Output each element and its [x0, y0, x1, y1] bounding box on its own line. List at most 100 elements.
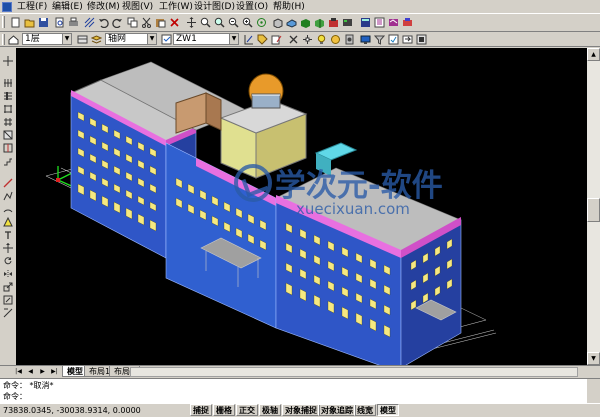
vertical-scrollbar[interactable]: ▲ ▼ — [587, 48, 600, 365]
filter-icon[interactable] — [374, 34, 385, 45]
tab-last-icon[interactable]: ▶| — [50, 367, 59, 376]
properties-icon[interactable] — [374, 17, 385, 28]
calculator-icon[interactable] — [360, 17, 371, 28]
scroll-thumb[interactable] — [587, 198, 600, 222]
render-icon[interactable] — [328, 17, 339, 28]
zoom-extents-icon[interactable] — [242, 17, 253, 28]
layer-walk-icon[interactable] — [416, 34, 427, 45]
menu-edit[interactable]: 编辑(E) — [51, 1, 84, 13]
zoom-previous-icon[interactable] — [228, 17, 239, 28]
style-combo[interactable]: ZW1 ▼ — [173, 33, 239, 45]
command-window[interactable]: 命令： *取消* 命令： — [0, 378, 600, 404]
zoom-realtime-icon[interactable] — [200, 17, 211, 28]
wall-icon[interactable] — [3, 104, 13, 114]
layer-off-icon[interactable] — [344, 34, 355, 45]
menu-project[interactable]: 工程(F) — [16, 1, 48, 13]
light-bulb-icon[interactable] — [316, 34, 327, 45]
menu-work[interactable]: 工作(W) — [158, 1, 194, 13]
paste-icon[interactable] — [155, 17, 166, 28]
freeze-icon[interactable] — [330, 34, 341, 45]
menu-modify[interactable]: 修改(M) — [86, 1, 121, 13]
horizontal-scrollbar[interactable] — [130, 367, 578, 377]
redo-icon[interactable] — [112, 17, 123, 28]
delete-icon[interactable] — [169, 17, 180, 28]
column-icon[interactable] — [3, 91, 13, 101]
lineweight-toggle[interactable]: 线宽 — [354, 404, 376, 416]
preview-icon[interactable] — [54, 17, 65, 28]
floor-combo[interactable]: 1层 ▼ — [22, 33, 72, 45]
library-icon[interactable] — [388, 17, 399, 28]
command-input-line[interactable]: 命令： — [3, 391, 27, 403]
otrack-toggle[interactable]: 对象追踪 — [318, 404, 356, 416]
orbit-icon[interactable] — [256, 17, 267, 28]
home-icon[interactable] — [8, 34, 19, 45]
snap-toggle[interactable]: 捕捉 — [190, 404, 212, 416]
layer-state-icon[interactable] — [161, 34, 172, 45]
polyline-icon[interactable] — [3, 191, 13, 201]
view-3d-icon[interactable] — [272, 17, 283, 28]
mirror-icon[interactable] — [3, 269, 13, 279]
ortho-toggle[interactable]: 正交 — [236, 404, 258, 416]
undo-icon[interactable] — [98, 17, 109, 28]
toolbar-grip[interactable] — [2, 34, 5, 45]
axis-icon[interactable] — [243, 34, 254, 45]
stair-icon[interactable] — [3, 156, 13, 166]
move-icon[interactable] — [3, 243, 13, 253]
layer-previous-icon[interactable] — [402, 34, 413, 45]
toolbar-grip[interactable] — [2, 16, 5, 28]
rotate-icon[interactable] — [3, 256, 13, 266]
door-window-icon[interactable] — [3, 130, 13, 140]
tag-icon[interactable] — [257, 34, 268, 45]
sheet-edit-icon[interactable] — [271, 34, 282, 45]
menu-design[interactable]: 设计图(D) — [193, 1, 236, 13]
layer-manager-icon[interactable] — [77, 34, 88, 45]
scale-icon[interactable] — [3, 282, 13, 292]
stretch-icon[interactable] — [3, 295, 13, 305]
zoom-window-icon[interactable] — [214, 17, 225, 28]
grip-icon[interactable] — [302, 34, 313, 45]
scroll-up-button[interactable]: ▲ — [587, 48, 600, 61]
match-layer-icon[interactable] — [388, 34, 399, 45]
open-folder-icon[interactable] — [24, 17, 35, 28]
tab-prev-icon[interactable]: ◀ — [26, 367, 35, 376]
line-icon[interactable] — [3, 178, 13, 188]
save-icon[interactable] — [38, 17, 49, 28]
arc-icon[interactable] — [3, 204, 13, 214]
view-top-icon[interactable] — [286, 17, 297, 28]
grid-icon[interactable] — [3, 117, 13, 127]
color-icon[interactable] — [402, 17, 413, 28]
display-icon[interactable] — [360, 34, 371, 45]
copy-icon[interactable] — [127, 17, 138, 28]
trim-icon[interactable] — [3, 308, 13, 318]
chevron-down-icon[interactable]: ▼ — [229, 34, 238, 44]
room-icon[interactable] — [3, 143, 13, 153]
chevron-down-icon[interactable]: ▼ — [62, 34, 71, 44]
grid-toggle[interactable]: 栅格 — [213, 404, 235, 416]
model-toggle[interactable]: 模型 — [377, 404, 399, 416]
erase-icon[interactable] — [288, 34, 299, 45]
menu-view[interactable]: 视图(V) — [121, 1, 154, 13]
text-icon[interactable] — [3, 230, 13, 240]
material-icon[interactable] — [342, 17, 353, 28]
print-icon[interactable] — [68, 17, 79, 28]
tab-next-icon[interactable]: ▶ — [38, 367, 47, 376]
new-file-icon[interactable] — [10, 17, 21, 28]
pan-icon[interactable] — [186, 17, 197, 28]
drawing-viewport[interactable]: 学次元-软件 xuecixuan.com — [16, 48, 587, 365]
layer-icon[interactable] — [91, 34, 102, 45]
hatch-icon[interactable] — [84, 17, 95, 28]
shade-box-icon[interactable] — [300, 17, 311, 28]
shade-solid-icon[interactable] — [314, 17, 325, 28]
menu-help[interactable]: 帮助(H) — [272, 1, 306, 13]
warning-icon[interactable] — [3, 217, 13, 227]
tab-first-icon[interactable]: |◀ — [14, 367, 23, 376]
polar-toggle[interactable]: 极轴 — [259, 404, 281, 416]
chevron-down-icon[interactable]: ▼ — [147, 34, 156, 44]
app-icon[interactable] — [2, 2, 12, 12]
osnap-toggle[interactable]: 对象捕捉 — [282, 404, 320, 416]
scroll-down-button[interactable]: ▼ — [587, 352, 600, 365]
axis-grid-icon[interactable] — [3, 78, 13, 88]
menu-settings[interactable]: 设置(O) — [235, 1, 269, 13]
pick-point-icon[interactable] — [3, 56, 13, 66]
command-scrollbar[interactable] — [587, 379, 600, 404]
